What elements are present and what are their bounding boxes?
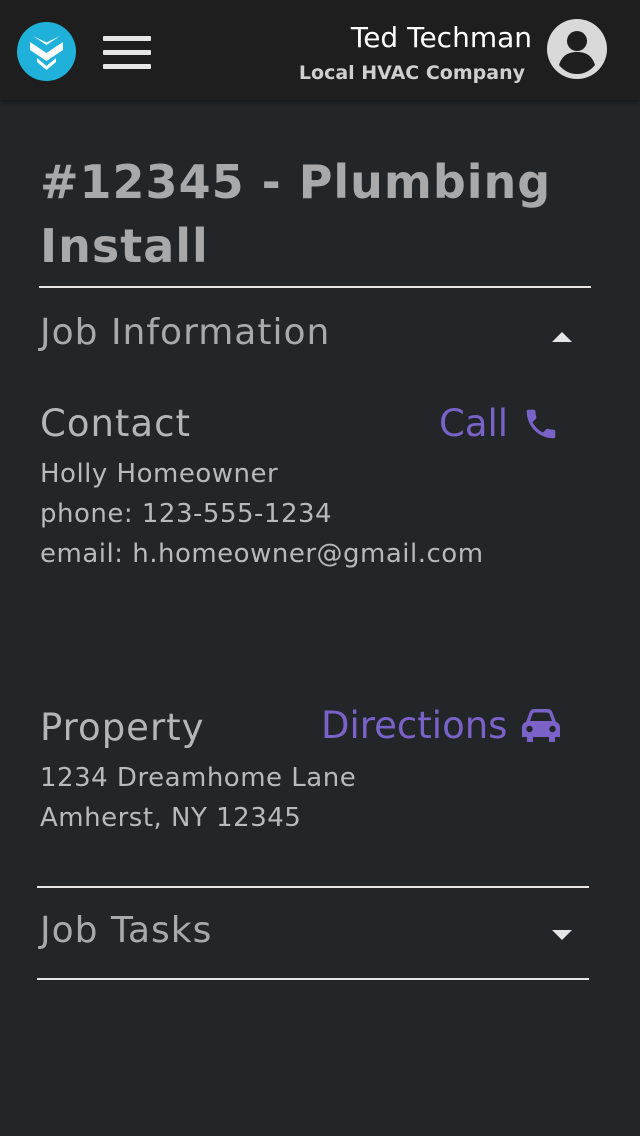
call-label: Call [439,402,509,445]
caret-up-icon [552,332,572,342]
divider [39,286,591,288]
user-avatar-icon[interactable] [547,19,607,79]
company-name: Local HVAC Company [298,62,525,84]
divider [37,886,589,888]
contact-title: Contact [40,402,191,445]
top-bar: Ted Techman Local HVAC Company [0,0,640,100]
contact-name: Holly Homeowner [40,459,279,489]
caret-down-icon [552,930,572,940]
contact-email[interactable]: email: h.homeowner@gmail.com [40,534,484,574]
divider [37,978,589,980]
page-title: #12345 - Plumbing Install [40,155,552,273]
section-title: Job Tasks [40,910,213,951]
section-title: Job Information [40,312,331,353]
property-title: Property [40,706,205,749]
directions-button[interactable]: Directions [321,704,561,747]
directions-label: Directions [321,704,508,747]
user-name: Ted Techman [350,21,532,54]
car-icon [522,708,561,742]
job-tasks-header[interactable]: Job Tasks [38,894,590,974]
call-button[interactable]: Call [439,402,560,445]
hamburger-menu-icon[interactable] [103,36,151,70]
property-address-line1: 1234 Dreamhome Lane [40,763,357,793]
contact-phone[interactable]: phone: 123-555-1234 [40,494,332,534]
property-address-line2: Amherst, NY 12345 [40,803,302,833]
job-information-header[interactable]: Job Information [38,296,590,376]
phone-icon [526,409,556,438]
logo-icon[interactable] [17,22,76,81]
